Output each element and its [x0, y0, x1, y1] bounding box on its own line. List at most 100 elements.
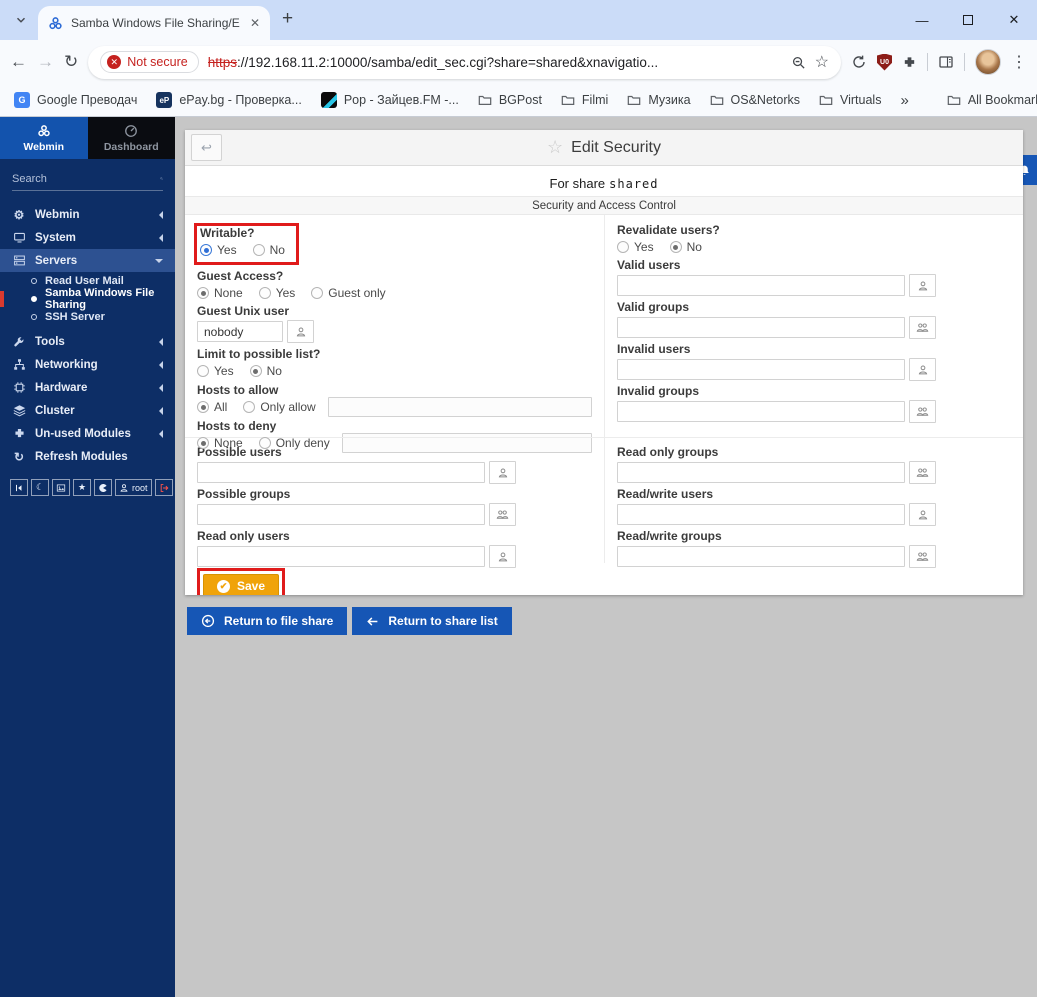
invalid-users-input[interactable] — [617, 359, 905, 380]
user-picker-button[interactable] — [909, 358, 936, 381]
valid-groups-input[interactable] — [617, 317, 905, 338]
profile-avatar[interactable] — [975, 49, 1001, 75]
guest-unix-user-input[interactable] — [197, 321, 283, 342]
user-picker-button[interactable] — [287, 320, 314, 343]
collapse-sidebar-button[interactable] — [10, 479, 28, 496]
sidebar-item-hardware[interactable]: Hardware — [0, 376, 175, 399]
bookmark-folder-bgpost[interactable]: BGPost — [478, 93, 542, 107]
user-picker-button[interactable] — [909, 274, 936, 297]
refresh-icon: ↻ — [12, 450, 26, 464]
check-circle-icon: ✔ — [217, 580, 230, 593]
zoom-out-icon[interactable] — [791, 55, 806, 70]
caret-left-icon — [159, 430, 163, 438]
theme-button[interactable] — [94, 479, 112, 496]
favorites-button[interactable]: ★ — [73, 479, 91, 496]
bookmark-folder-os-networks[interactable]: OS&Netorks — [710, 93, 800, 107]
sidebar-tab-webmin[interactable]: Webmin — [0, 117, 88, 159]
revalidate-no-radio[interactable] — [670, 241, 682, 253]
group-picker-button[interactable] — [909, 461, 936, 484]
hosts-allow-all-radio[interactable] — [197, 401, 209, 413]
bookmarks-overflow-chevron[interactable]: » — [900, 92, 908, 109]
back-button[interactable]: ← — [10, 52, 27, 72]
minimize-button[interactable]: — — [899, 0, 945, 40]
return-to-file-share-button[interactable]: Return to file share — [187, 607, 347, 635]
sidebar-tab-dashboard[interactable]: Dashboard — [88, 117, 176, 159]
reading-list-panel-icon[interactable] — [938, 54, 954, 70]
sidebar-item-cluster[interactable]: Cluster — [0, 399, 175, 422]
read-write-groups-input[interactable] — [617, 546, 905, 567]
sidebar-subitem-samba[interactable]: Samba Windows File Sharing — [0, 290, 175, 308]
maximize-icon — [963, 15, 973, 25]
guest-access-yes-radio[interactable] — [259, 287, 271, 299]
user-picker-button[interactable] — [909, 503, 936, 526]
all-bookmarks-button[interactable]: All Bookmarks — [947, 93, 1037, 107]
limit-no-radio[interactable] — [250, 365, 262, 377]
bookmark-star-icon[interactable]: ☆ — [815, 52, 829, 72]
user-button[interactable]: root — [115, 479, 152, 496]
read-only-groups-input[interactable] — [617, 462, 905, 483]
not-secure-chip[interactable]: ✕ Not secure — [100, 51, 198, 73]
forward-button[interactable]: → — [37, 52, 54, 72]
night-mode-button[interactable]: ☾ — [31, 479, 49, 496]
caret-left-icon — [159, 234, 163, 242]
writable-yes-radio[interactable] — [200, 244, 212, 256]
save-button[interactable]: ✔ Save — [203, 574, 279, 595]
favorite-star-icon[interactable]: ☆ — [547, 137, 563, 158]
possible-users-input[interactable] — [197, 462, 485, 483]
sidebar-item-webmin[interactable]: ⚙ Webmin — [0, 203, 175, 226]
guest-access-none-radio[interactable] — [197, 287, 209, 299]
sidebar-search-input[interactable] — [12, 173, 154, 185]
bookmark-folder-virtuals[interactable]: Virtuals — [819, 93, 881, 107]
extensions-puzzle-icon[interactable] — [902, 55, 917, 70]
invalid-groups-input[interactable] — [617, 401, 905, 422]
hosts-allow-input[interactable] — [328, 397, 592, 417]
sidebar-item-networking[interactable]: Networking — [0, 353, 175, 376]
sidebar-item-tools[interactable]: Tools — [0, 330, 175, 353]
browser-menu-icon[interactable]: ⋮ — [1011, 52, 1027, 72]
limit-yes-radio[interactable] — [197, 365, 209, 377]
sidebar-item-refresh-modules[interactable]: ↻ Refresh Modules — [0, 445, 175, 468]
hosts-allow-only-radio[interactable] — [243, 401, 255, 413]
bookmark-epay[interactable]: ePePay.bg - Проверка... — [156, 92, 301, 108]
hosts-deny-none-radio[interactable] — [197, 437, 209, 449]
reload-button[interactable]: ↻ — [64, 52, 78, 72]
hosts-allow-field: Hosts to allow All Only allow — [197, 384, 592, 415]
console-button[interactable] — [52, 479, 70, 496]
sidebar-item-servers[interactable]: Servers — [0, 249, 175, 272]
back-page-button[interactable]: ↩ — [191, 134, 222, 161]
sidebar-item-unused-modules[interactable]: Un-used Modules — [0, 422, 175, 445]
address-bar[interactable]: ✕ Not secure https://192.168.11.2:10000/… — [88, 46, 841, 79]
revalidate-users-field: Revalidate users? Yes No — [617, 224, 1011, 255]
group-picker-button[interactable] — [909, 545, 936, 568]
close-window-button[interactable]: ✕ — [991, 0, 1037, 40]
valid-users-input[interactable] — [617, 275, 905, 296]
gear-icon: ⚙ — [12, 208, 26, 222]
logout-button[interactable] — [155, 479, 173, 496]
tab-close-icon[interactable]: ✕ — [250, 16, 260, 30]
ublock-extension-icon[interactable]: U0 — [877, 54, 892, 71]
user-picker-button[interactable] — [489, 461, 516, 484]
revalidate-yes-radio[interactable] — [617, 241, 629, 253]
writable-no-radio[interactable] — [253, 244, 265, 256]
hosts-deny-only-radio[interactable] — [259, 437, 271, 449]
bookmark-zaytsev[interactable]: Pop - Зайцев.FM -... — [321, 92, 459, 108]
user-picker-button[interactable] — [489, 545, 516, 568]
read-write-users-input[interactable] — [617, 504, 905, 525]
bookmarks-bar: GGoogle Преводач ePePay.bg - Проверка...… — [0, 84, 1037, 117]
guest-access-guest-only-radio[interactable] — [311, 287, 323, 299]
sidebar-subitem-ssh-server[interactable]: SSH Server — [0, 308, 175, 326]
bookmark-google-translate[interactable]: GGoogle Преводач — [14, 92, 137, 108]
possible-groups-input[interactable] — [197, 504, 485, 525]
bookmark-folder-muzika[interactable]: Музика — [627, 93, 690, 107]
browser-tab[interactable]: Samba Windows File Sharing/E ✕ — [38, 6, 270, 40]
bookmark-folder-filmi[interactable]: Filmi — [561, 93, 608, 107]
tab-search-chevron-icon[interactable] — [8, 7, 34, 33]
maximize-button[interactable] — [945, 0, 991, 40]
return-to-share-list-button[interactable]: Return to share list — [352, 607, 511, 635]
group-picker-button[interactable] — [909, 400, 936, 423]
sidebar-item-system[interactable]: System — [0, 226, 175, 249]
group-picker-button[interactable] — [909, 316, 936, 339]
group-picker-button[interactable] — [489, 503, 516, 526]
new-tab-button[interactable]: + — [282, 8, 293, 30]
sync-extension-icon[interactable] — [851, 54, 867, 70]
